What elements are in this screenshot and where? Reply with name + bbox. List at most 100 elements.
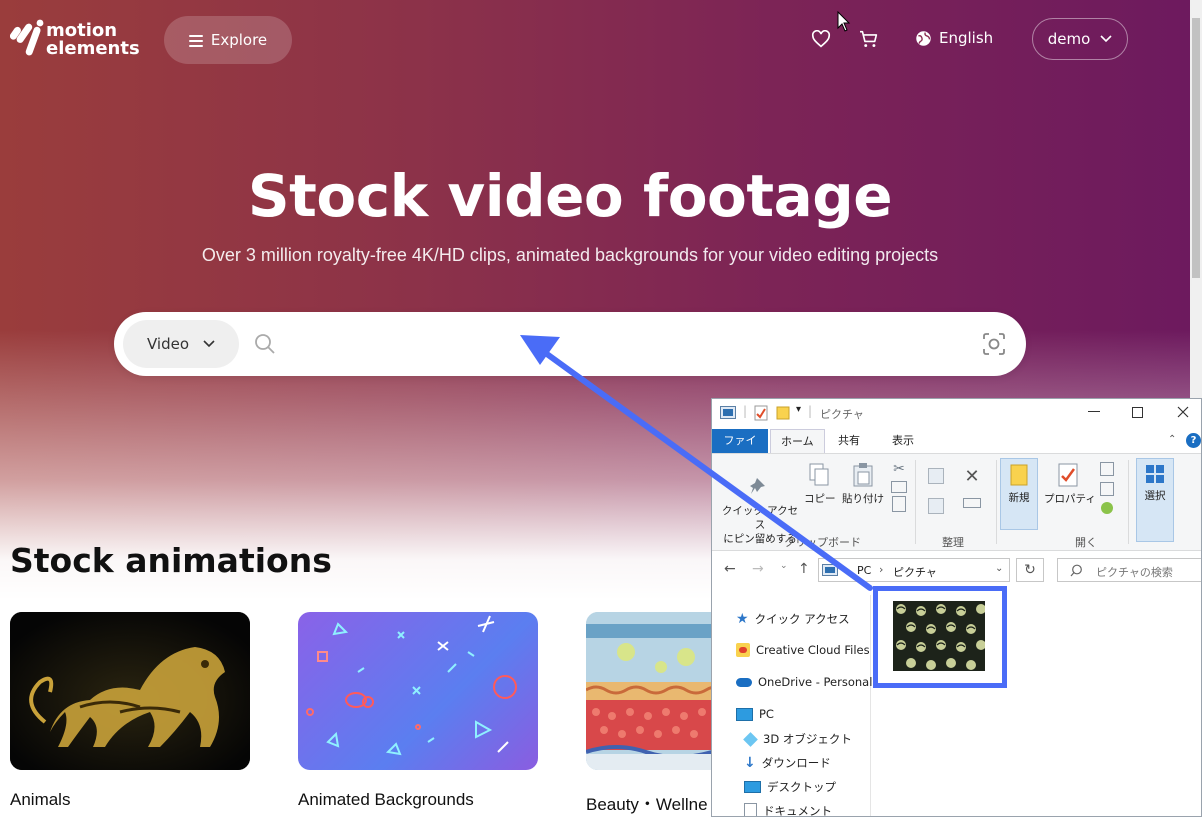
cart-icon[interactable] bbox=[859, 30, 879, 52]
breadcrumb-pc[interactable]: PC bbox=[857, 564, 871, 577]
desktop-icon bbox=[744, 781, 761, 793]
nav-label: Creative Cloud Files bbox=[756, 643, 870, 657]
pc-icon bbox=[736, 707, 753, 721]
nav-label: デスクトップ bbox=[767, 780, 836, 794]
new-folder-icon bbox=[1010, 464, 1028, 486]
user-menu-button[interactable]: demo bbox=[1032, 18, 1128, 60]
nav-item-desktop[interactable]: デスクトップ bbox=[744, 779, 836, 795]
page-title: Stock video footage bbox=[247, 162, 893, 230]
open-small-actions[interactable] bbox=[1096, 460, 1118, 518]
search-bar: Video bbox=[114, 312, 1026, 376]
download-icon: ↓ bbox=[744, 755, 756, 771]
forward-arrow-icon[interactable]: → bbox=[752, 561, 764, 577]
explore-button[interactable]: Explore bbox=[164, 16, 292, 64]
nav-item-3d-objects[interactable]: 3D オブジェクト bbox=[743, 731, 852, 747]
explore-label: Explore bbox=[210, 31, 268, 49]
back-arrow-icon[interactable]: ← bbox=[724, 561, 736, 577]
move-to-button[interactable] bbox=[924, 468, 948, 484]
tab-view[interactable]: 表示 bbox=[882, 429, 924, 453]
address-row: ← → ⌄ ↑ › PC › ピクチャ ⌄ ↻ ピクチャの検索 bbox=[712, 554, 1201, 588]
cube-icon bbox=[743, 731, 758, 747]
new-button[interactable]: 新規 bbox=[1000, 458, 1038, 530]
nav-label: クイック アクセス bbox=[754, 612, 850, 626]
rename-button[interactable] bbox=[960, 498, 984, 508]
ribbon-tabs: ファイル ホーム 共有 表示 ⌃ ? bbox=[712, 429, 1201, 471]
brand-logo[interactable]: motion elements bbox=[9, 18, 140, 62]
qat-dropdown-icon[interactable]: ▾ bbox=[796, 404, 801, 415]
nav-item-creative-cloud[interactable]: Creative Cloud Files bbox=[736, 643, 870, 657]
tab-home[interactable]: ホーム bbox=[770, 429, 825, 454]
group-clipboard-label: クリップボード bbox=[784, 536, 861, 549]
scrollbar-thumb[interactable] bbox=[1192, 18, 1200, 278]
search-input[interactable] bbox=[286, 328, 970, 362]
address-bar[interactable]: › PC › ピクチャ ⌄ bbox=[818, 558, 1010, 582]
file-explorer-window: | ▾ | ピクチャ ファイル ホーム 共有 表示 ⌃ ? クイック アクセス … bbox=[711, 398, 1202, 817]
image-file-thumbnail[interactable] bbox=[893, 601, 985, 671]
card-label-animated-backgrounds[interactable]: Animated Backgrounds bbox=[298, 790, 474, 810]
visual-search-icon[interactable] bbox=[982, 332, 1006, 356]
tab-file[interactable]: ファイル bbox=[712, 429, 768, 471]
refresh-icon[interactable]: ↻ bbox=[1016, 558, 1044, 582]
edit-icon[interactable] bbox=[1100, 482, 1114, 496]
language-label: English bbox=[939, 29, 994, 47]
minimize-icon[interactable] bbox=[1084, 403, 1104, 421]
chevron-down-icon bbox=[203, 340, 215, 348]
select-button[interactable]: 選択 bbox=[1136, 458, 1174, 542]
search-icon[interactable] bbox=[254, 333, 276, 355]
open-icon[interactable] bbox=[1100, 462, 1114, 476]
nav-label: PC bbox=[759, 707, 774, 721]
copy-path-icon[interactable] bbox=[891, 481, 907, 493]
nav-item-downloads[interactable]: ↓ ダウンロード bbox=[744, 755, 831, 771]
breadcrumb-folder[interactable]: ピクチャ bbox=[893, 564, 937, 580]
paste-shortcut-icon[interactable] bbox=[892, 496, 906, 512]
picture-folder-icon bbox=[720, 406, 736, 419]
new-folder-qat-icon[interactable] bbox=[776, 405, 790, 420]
copy-button[interactable]: コピー bbox=[804, 462, 836, 506]
nav-item-documents[interactable]: ドキュメント bbox=[744, 803, 832, 816]
move-to-icon bbox=[928, 468, 944, 484]
clipboard-small-actions[interactable]: ✂ bbox=[890, 460, 908, 515]
tab-share[interactable]: 共有 bbox=[828, 429, 870, 453]
heart-icon[interactable] bbox=[811, 29, 831, 52]
recent-locations-icon[interactable]: ⌄ bbox=[780, 561, 788, 571]
cut-icon[interactable]: ✂ bbox=[890, 460, 908, 478]
paste-button[interactable]: 貼り付け bbox=[842, 462, 884, 506]
help-icon[interactable]: ? bbox=[1186, 433, 1201, 448]
address-dropdown-icon[interactable]: ⌄ bbox=[995, 563, 1003, 574]
nav-item-pc[interactable]: PC bbox=[736, 707, 774, 721]
creative-cloud-icon bbox=[736, 643, 750, 657]
copy-label: コピー bbox=[804, 493, 836, 505]
search-type-label: Video bbox=[146, 335, 190, 353]
language-selector[interactable]: English bbox=[915, 29, 993, 47]
properties-button[interactable]: プロパティ bbox=[1044, 462, 1096, 506]
card-label-beauty-wellness[interactable]: Beauty・Wellne bbox=[586, 790, 708, 815]
explorer-search-placeholder: ピクチャの検索 bbox=[1096, 566, 1173, 579]
nav-label: OneDrive - Personal bbox=[758, 675, 873, 689]
delete-icon: ✕ bbox=[964, 466, 980, 487]
card-thumbnail-animals[interactable] bbox=[10, 612, 250, 770]
delete-button[interactable]: ✕ bbox=[958, 466, 986, 487]
properties-label: プロパティ bbox=[1044, 493, 1096, 505]
properties-qat-icon[interactable] bbox=[754, 405, 768, 421]
maximize-icon[interactable] bbox=[1127, 403, 1147, 421]
nav-item-onedrive[interactable]: OneDrive - Personal bbox=[736, 675, 872, 689]
up-arrow-icon[interactable]: ↑ bbox=[798, 561, 810, 577]
copy-to-button[interactable] bbox=[924, 498, 948, 514]
ribbon-collapse-icon[interactable]: ⌃ bbox=[1168, 434, 1176, 445]
nav-label: 3D オブジェクト bbox=[763, 732, 852, 746]
navigation-pane: ★ クイック アクセス Creative Cloud Files OneDriv… bbox=[712, 595, 872, 816]
search-type-dropdown[interactable]: Video bbox=[123, 320, 239, 368]
globe-icon bbox=[916, 30, 931, 46]
card-thumbnail-beauty-wellness[interactable] bbox=[586, 612, 712, 770]
explorer-search-box[interactable]: ピクチャの検索 bbox=[1057, 558, 1201, 582]
card-thumbnail-animated-backgrounds[interactable] bbox=[298, 612, 538, 770]
onedrive-icon bbox=[736, 677, 752, 687]
mouse-cursor-icon bbox=[837, 10, 851, 37]
picture-folder-icon bbox=[822, 564, 838, 576]
history-icon[interactable] bbox=[1101, 502, 1113, 514]
nav-item-quick-access[interactable]: ★ クイック アクセス bbox=[736, 611, 850, 627]
close-icon[interactable] bbox=[1173, 403, 1193, 421]
explorer-title: ピクチャ bbox=[820, 408, 864, 421]
card-label-animals[interactable]: Animals bbox=[10, 790, 70, 810]
logo-mark-icon bbox=[9, 18, 50, 62]
